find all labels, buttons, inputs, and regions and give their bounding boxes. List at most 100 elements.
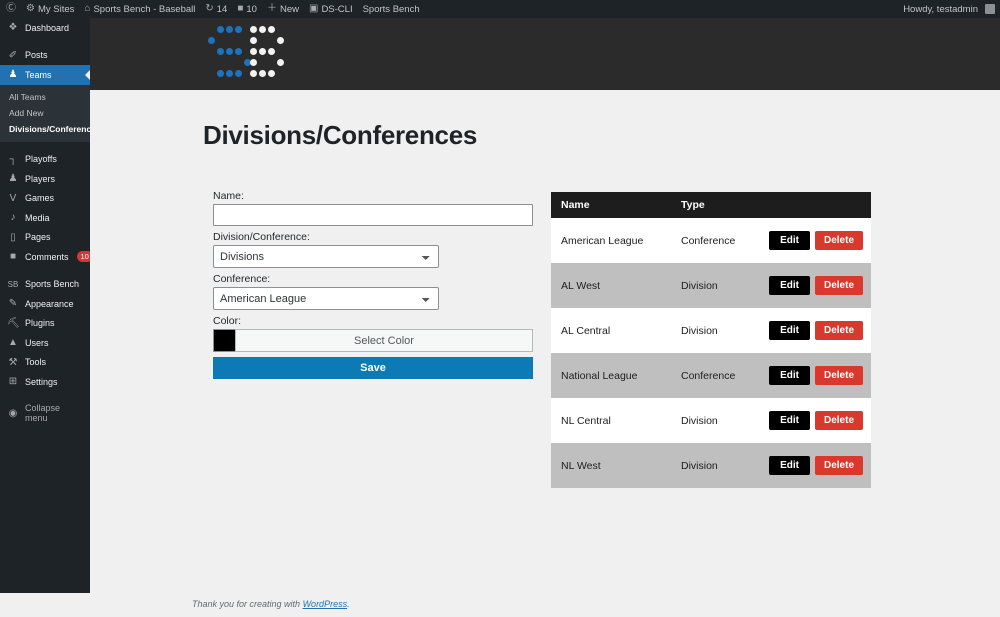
cell-name: National League <box>551 353 661 398</box>
pages-icon: ▯ <box>10 231 16 243</box>
logo-dot-b <box>268 70 275 77</box>
cell-type: Conference <box>661 353 750 398</box>
sidebar-item-pages[interactable]: ▯ Pages <box>0 228 90 248</box>
conference-select[interactable]: American LeagueNational League <box>213 287 439 310</box>
sidebar-item-plugins[interactable]: ⛏ Plugins <box>0 314 90 334</box>
save-button[interactable]: Save <box>213 357 533 379</box>
table-row: AL Central Division Edit Delete <box>551 308 871 353</box>
delete-button[interactable]: Delete <box>814 456 863 475</box>
sidebar-item-dashboard[interactable]: ❖ Dashboard <box>0 18 90 38</box>
cell-actions: Edit Delete <box>749 443 871 488</box>
edit-button[interactable]: Edit <box>769 231 810 250</box>
users-icon: ▲ <box>8 337 18 349</box>
name-field-row: Name: <box>213 190 533 226</box>
admin-bar-item-14[interactable]: ↻ 14 <box>200 0 232 18</box>
type-field-row: Division/Conference: DivisionsConference… <box>213 231 533 268</box>
logo-dot-s <box>235 48 242 55</box>
comment-icon: ■ <box>237 3 244 14</box>
color-picker: Select Color <box>213 329 533 352</box>
cell-name: NL Central <box>551 398 661 443</box>
logo-dot-s <box>235 70 242 77</box>
edit-button[interactable]: Edit <box>769 366 810 385</box>
divisions-table: Name Type American League Conference Edit D… <box>551 192 871 488</box>
sidebar-item-users[interactable]: ▲ Users <box>0 333 90 353</box>
cell-actions: Edit Delete <box>749 308 871 353</box>
admin-bar-items: ⚙ My Sites ⌂ Sports Bench - Baseball ↻ 14 ■ 10 ＋… <box>21 0 425 18</box>
logo-dot-s <box>226 26 233 33</box>
cell-actions: Edit Delete <box>749 353 871 398</box>
admin-bar-item-sports-bench-baseball[interactable]: ⌂ Sports Bench - Baseball <box>79 0 200 18</box>
delete-button[interactable]: Delete <box>814 411 863 430</box>
wordpress-logo-icon: Ⓒ <box>6 3 16 14</box>
sports-bench-dot-logo <box>208 26 286 82</box>
admin-bar-item-my-sites[interactable]: ⚙ My Sites <box>21 0 79 18</box>
admin-bar-item-ds-cli[interactable]: ▣ DS-CLI <box>304 0 358 18</box>
main-content: Divisions/Conferences Name: Division/Con… <box>90 90 1000 609</box>
cell-type: Division <box>661 308 750 353</box>
sidebar-item-label: Posts <box>25 50 48 61</box>
sidebar-item-tools[interactable]: ⚒ Tools <box>0 353 90 373</box>
submenu-item-all-teams[interactable]: All Teams <box>0 89 90 105</box>
column-header-type: Type <box>661 192 871 218</box>
admin-bar-item-10[interactable]: ■ 10 <box>232 0 262 18</box>
teams-submenu: All Teams Add New Divisions/Conferences <box>0 84 101 142</box>
admin-bar-item-new[interactable]: ＋ New <box>262 0 304 18</box>
sidebar-item-appearance[interactable]: ✎ Appearance <box>0 294 90 314</box>
sidebar-item-playoffs[interactable]: ┐ Playoffs <box>0 150 90 170</box>
table-body: American League Conference Edit Delete AL We… <box>551 218 871 488</box>
cell-actions: Edit Delete <box>749 263 871 308</box>
sidebar-item-sports-bench[interactable]: SB Sports Bench <box>0 275 90 295</box>
divisions-table-wrapper: Name Type American League Conference Edit D… <box>551 192 871 488</box>
wordpress-link[interactable]: WordPress <box>303 599 348 609</box>
cell-name: NL West <box>551 443 661 488</box>
edit-button[interactable]: Edit <box>769 321 810 340</box>
footer-thanks: Thank you for creating with WordPress. <box>192 599 350 609</box>
edit-button[interactable]: Edit <box>769 456 810 475</box>
sidebar-item-label: Users <box>25 337 49 348</box>
delete-button[interactable]: Delete <box>814 366 863 385</box>
wordpress-logo-button[interactable]: Ⓒ <box>0 0 21 18</box>
name-input[interactable] <box>213 204 533 226</box>
delete-button[interactable]: Delete <box>814 231 863 250</box>
admin-bar-item-label: Sports Bench - Baseball <box>93 3 196 15</box>
plus-icon: ＋ <box>266 3 277 14</box>
admin-bar-item-label: Sports Bench <box>362 3 420 15</box>
sidebar-item-games[interactable]: V Games <box>0 189 90 209</box>
appearance-icon: ✎ <box>8 298 18 310</box>
collapse-menu-button[interactable]: ◉ Collapse menu <box>0 403 90 423</box>
plugins-icon: ⛏ <box>7 317 20 329</box>
delete-button[interactable]: Delete <box>814 276 863 295</box>
select-color-button[interactable]: Select Color <box>235 329 533 352</box>
admin-bar-item-label: New <box>279 3 299 15</box>
submenu-item-add-new[interactable]: Add New <box>0 105 90 121</box>
sidebar-item-label: Comments <box>25 251 69 262</box>
sidebar-item-posts[interactable]: ✐ Posts <box>0 46 90 66</box>
table-header-row: Name Type <box>551 192 871 218</box>
logo-dot-s <box>226 48 233 55</box>
division-form: Name: Division/Conference: Divisions Conf… <box>213 190 533 379</box>
edit-button[interactable]: Edit <box>769 276 810 295</box>
submenu-item-divisions-conferences[interactable]: Divisions/Conferences <box>0 121 101 137</box>
sidebar-item-teams[interactable]: ♟ Teams <box>0 65 90 85</box>
admin-bar-item-label: DS-CLI <box>321 3 353 15</box>
cell-type: Division <box>661 443 750 488</box>
cell-name: American League <box>551 218 661 263</box>
howdy-menu[interactable]: Howdy, testadmin <box>898 0 1000 18</box>
logo-dot-b <box>268 26 275 33</box>
sidebar-item-comments[interactable]: ■ Comments 10 <box>0 247 93 267</box>
edit-button[interactable]: Edit <box>769 411 810 430</box>
teams-icon: ♟ <box>8 69 18 81</box>
table-row: AL West Division Edit Delete <box>551 263 871 308</box>
sidebar-item-players[interactable]: ♟ Players <box>0 169 90 189</box>
sidebar-item-settings[interactable]: ⊞ Settings <box>0 372 90 392</box>
logo-dot-s <box>226 70 233 77</box>
division-conference-select[interactable]: DivisionsConferences <box>213 245 439 268</box>
name-label: Name: <box>213 190 244 202</box>
admin-bar-item-label: My Sites <box>37 3 75 15</box>
playoffs-icon: ┐ <box>9 153 17 165</box>
sites-icon: ⚙ <box>26 3 35 14</box>
admin-bar-item-sports-bench[interactable]: Sports Bench <box>358 0 425 18</box>
delete-button[interactable]: Delete <box>814 321 863 340</box>
color-swatch[interactable] <box>213 329 235 352</box>
sidebar-item-media[interactable]: ♪ Media <box>0 208 90 228</box>
